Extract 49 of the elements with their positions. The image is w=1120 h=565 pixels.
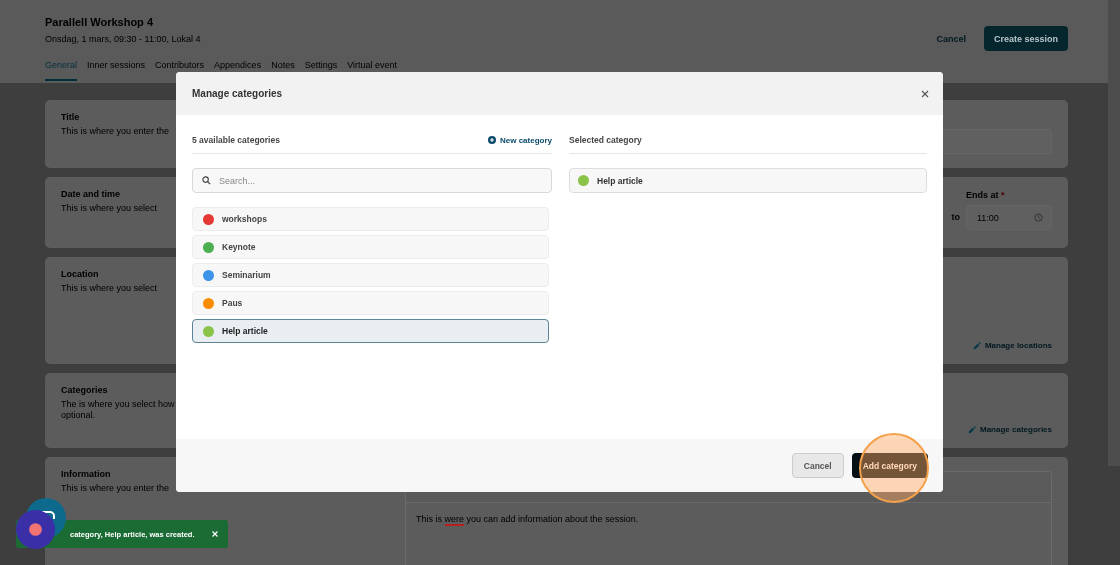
cancel-button[interactable]: Cancel	[791, 453, 844, 478]
new-category-button[interactable]: New category	[487, 135, 552, 145]
section-title: Title	[61, 112, 81, 122]
section-description: This is where you select	[61, 203, 158, 213]
scrollbar[interactable]	[1108, 0, 1120, 466]
category-item[interactable]: Help article	[192, 319, 549, 343]
tab[interactable]: General	[45, 60, 78, 81]
category-item[interactable]: Seminarium	[192, 263, 549, 287]
section-title: Information	[61, 469, 112, 479]
session-details: Onsdag, 1 mars, 09:30 - 11:00, Lokal 4	[45, 34, 201, 44]
plus-circle-icon	[487, 136, 496, 144]
record-button-icon[interactable]	[16, 510, 55, 549]
clock-icon	[1034, 213, 1043, 222]
section-title: Categories	[61, 385, 109, 395]
tab[interactable]: Contributors	[155, 60, 205, 70]
section-description: This is where you enter the	[61, 126, 170, 136]
tab[interactable]: Settings	[304, 60, 338, 70]
page-title: Parallell Workshop 4	[45, 16, 154, 28]
tab[interactable]: Inner sessions	[87, 60, 146, 70]
category-item[interactable]: Paus	[192, 291, 549, 315]
category-count: 5 available categories	[192, 135, 280, 145]
dialog-title: Manage categories	[192, 88, 283, 99]
close-icon[interactable]	[921, 89, 929, 98]
tab[interactable]: Notes	[271, 60, 295, 70]
section-description: This is where you enter the	[61, 483, 170, 493]
section-description: optional.	[61, 410, 97, 420]
search-field[interactable]: Search...	[192, 168, 552, 193]
category-item[interactable]: workshops	[192, 207, 549, 231]
search-icon	[202, 176, 211, 185]
editor-text: This is were you can add information about the session.	[416, 514, 640, 526]
pencil-icon	[967, 425, 976, 434]
pencil-icon	[972, 341, 981, 350]
category-item[interactable]: Keynote	[192, 235, 549, 259]
tab[interactable]: Virtual event	[347, 60, 398, 70]
cancel-button[interactable]: Cancel	[936, 33, 966, 44]
field-label: Ends at *	[966, 190, 1006, 200]
selected-category: Help article	[569, 168, 927, 193]
to-label: to	[951, 212, 960, 222]
section-description: This is where you select	[61, 283, 158, 293]
manage-link[interactable]: Manage locations	[972, 341, 1052, 350]
manage-link[interactable]: Manage categories	[967, 425, 1052, 434]
tab[interactable]: Appendices	[214, 60, 262, 70]
section-description: The is where you select how	[61, 399, 175, 409]
section-title: Location	[61, 269, 100, 279]
create-session-button[interactable]: Create session	[983, 26, 1068, 51]
section-title: Date and time	[61, 189, 121, 199]
selected-heading: Selected category	[569, 135, 642, 145]
add-category-button[interactable]: Add category	[851, 453, 928, 478]
time-field[interactable]: 11:00	[966, 205, 1052, 230]
